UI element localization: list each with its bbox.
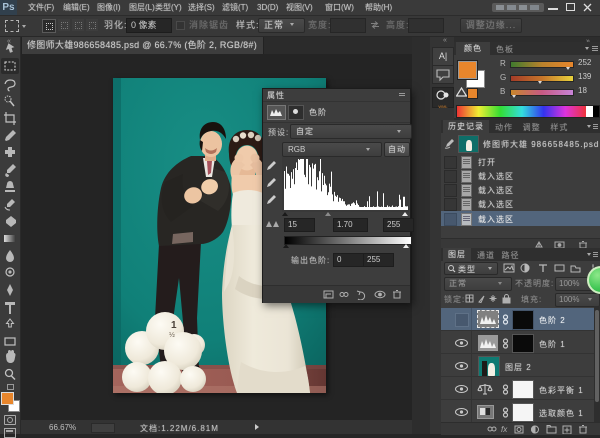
svg-text:fx: fx <box>501 425 508 434</box>
svg-text:½: ½ <box>169 331 175 339</box>
svg-text:1: 1 <box>171 320 177 331</box>
